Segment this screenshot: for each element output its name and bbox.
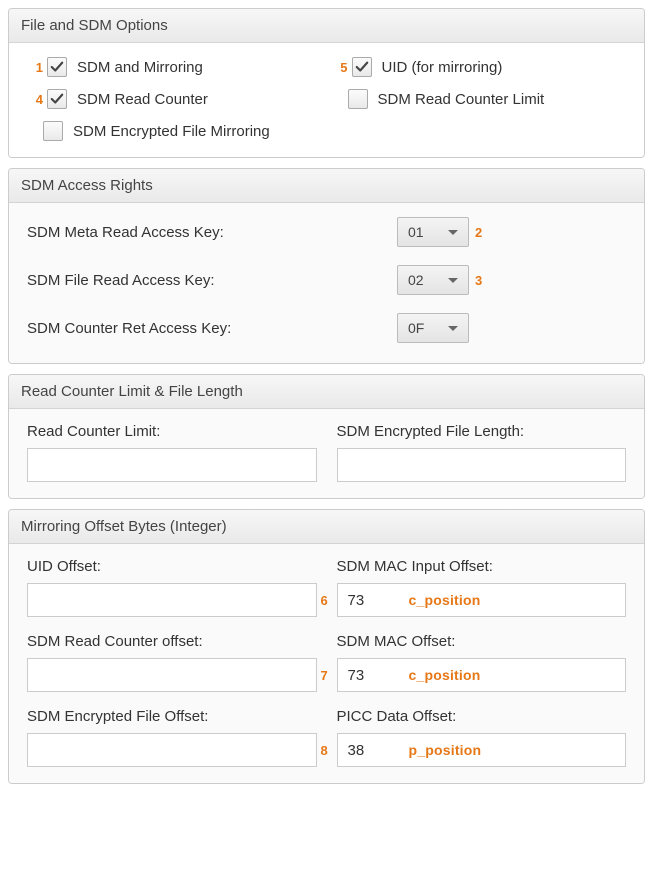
marker-1: 1: [27, 60, 43, 75]
dropdown-value-meta-read: 01: [408, 224, 424, 240]
check-icon: [355, 60, 369, 74]
label-uid-offset: UID Offset:: [27, 558, 317, 575]
input-uid-offset[interactable]: [27, 583, 317, 617]
label-sdm-read-counter-limit: SDM Read Counter Limit: [378, 91, 545, 108]
dropdown-counter-ret-key[interactable]: 0F: [397, 313, 469, 343]
label-picc-data-offset: PICC Data Offset:: [337, 708, 627, 725]
marker-4: 4: [27, 92, 43, 107]
label-meta-read-key: SDM Meta Read Access Key:: [27, 224, 397, 241]
label-sdm-mirroring: SDM and Mirroring: [77, 59, 203, 76]
panel-file-sdm-options: File and SDM Options 1 SDM and Mirroring…: [8, 8, 645, 158]
input-picc-data-offset[interactable]: [337, 733, 627, 767]
dropdown-file-read-key[interactable]: 02: [397, 265, 469, 295]
checkbox-sdm-read-counter[interactable]: [47, 89, 67, 109]
chevron-down-icon: [448, 278, 458, 283]
panel-mirroring-offset-bytes: Mirroring Offset Bytes (Integer) UID Off…: [8, 509, 645, 784]
input-sdm-mac-input-offset[interactable]: [337, 583, 627, 617]
label-uid-mirroring: UID (for mirroring): [382, 59, 503, 76]
input-sdm-encrypted-file-offset[interactable]: [27, 733, 317, 767]
checkbox-sdm-mirroring[interactable]: [47, 57, 67, 77]
chevron-down-icon: [448, 326, 458, 331]
marker-2: 2: [475, 225, 482, 240]
dropdown-value-counter-ret: 0F: [408, 320, 424, 336]
dropdown-value-file-read: 02: [408, 272, 424, 288]
label-file-read-key: SDM File Read Access Key:: [27, 272, 397, 289]
label-sdm-mac-input-offset: SDM MAC Input Offset:: [337, 558, 627, 575]
dropdown-meta-read-key[interactable]: 01: [397, 217, 469, 247]
input-read-counter-limit[interactable]: [27, 448, 317, 482]
chevron-down-icon: [448, 230, 458, 235]
panel-sdm-access-rights: SDM Access Rights SDM Meta Read Access K…: [8, 168, 645, 364]
label-counter-ret-key: SDM Counter Ret Access Key:: [27, 320, 397, 337]
marker-7: 7: [321, 668, 328, 683]
label-sdm-encrypted-file-length: SDM Encrypted File Length:: [337, 423, 627, 440]
label-sdm-read-counter-offset: SDM Read Counter offset:: [27, 633, 317, 650]
checkbox-uid-mirroring[interactable]: [352, 57, 372, 77]
input-sdm-read-counter-offset[interactable]: [27, 658, 317, 692]
label-sdm-encrypted-file-offset: SDM Encrypted File Offset:: [27, 708, 317, 725]
marker-8: 8: [321, 743, 328, 758]
marker-5: 5: [332, 60, 348, 75]
input-sdm-encrypted-file-length[interactable]: [337, 448, 627, 482]
label-sdm-read-counter: SDM Read Counter: [77, 91, 208, 108]
marker-3: 3: [475, 273, 482, 288]
panel-header-read-counter-limit: Read Counter Limit & File Length: [9, 375, 644, 409]
label-sdm-encrypted-file-mirroring: SDM Encrypted File Mirroring: [73, 123, 270, 140]
input-sdm-mac-offset[interactable]: [337, 658, 627, 692]
label-sdm-mac-offset: SDM MAC Offset:: [337, 633, 627, 650]
panel-header-file-sdm: File and SDM Options: [9, 9, 644, 43]
check-icon: [50, 92, 64, 106]
panel-header-access-rights: SDM Access Rights: [9, 169, 644, 203]
panel-read-counter-limit: Read Counter Limit & File Length Read Co…: [8, 374, 645, 499]
panel-header-mirroring-offset: Mirroring Offset Bytes (Integer): [9, 510, 644, 544]
marker-6: 6: [321, 593, 328, 608]
checkbox-sdm-encrypted-file-mirroring[interactable]: [43, 121, 63, 141]
label-read-counter-limit: Read Counter Limit:: [27, 423, 317, 440]
check-icon: [50, 60, 64, 74]
checkbox-sdm-read-counter-limit[interactable]: [348, 89, 368, 109]
